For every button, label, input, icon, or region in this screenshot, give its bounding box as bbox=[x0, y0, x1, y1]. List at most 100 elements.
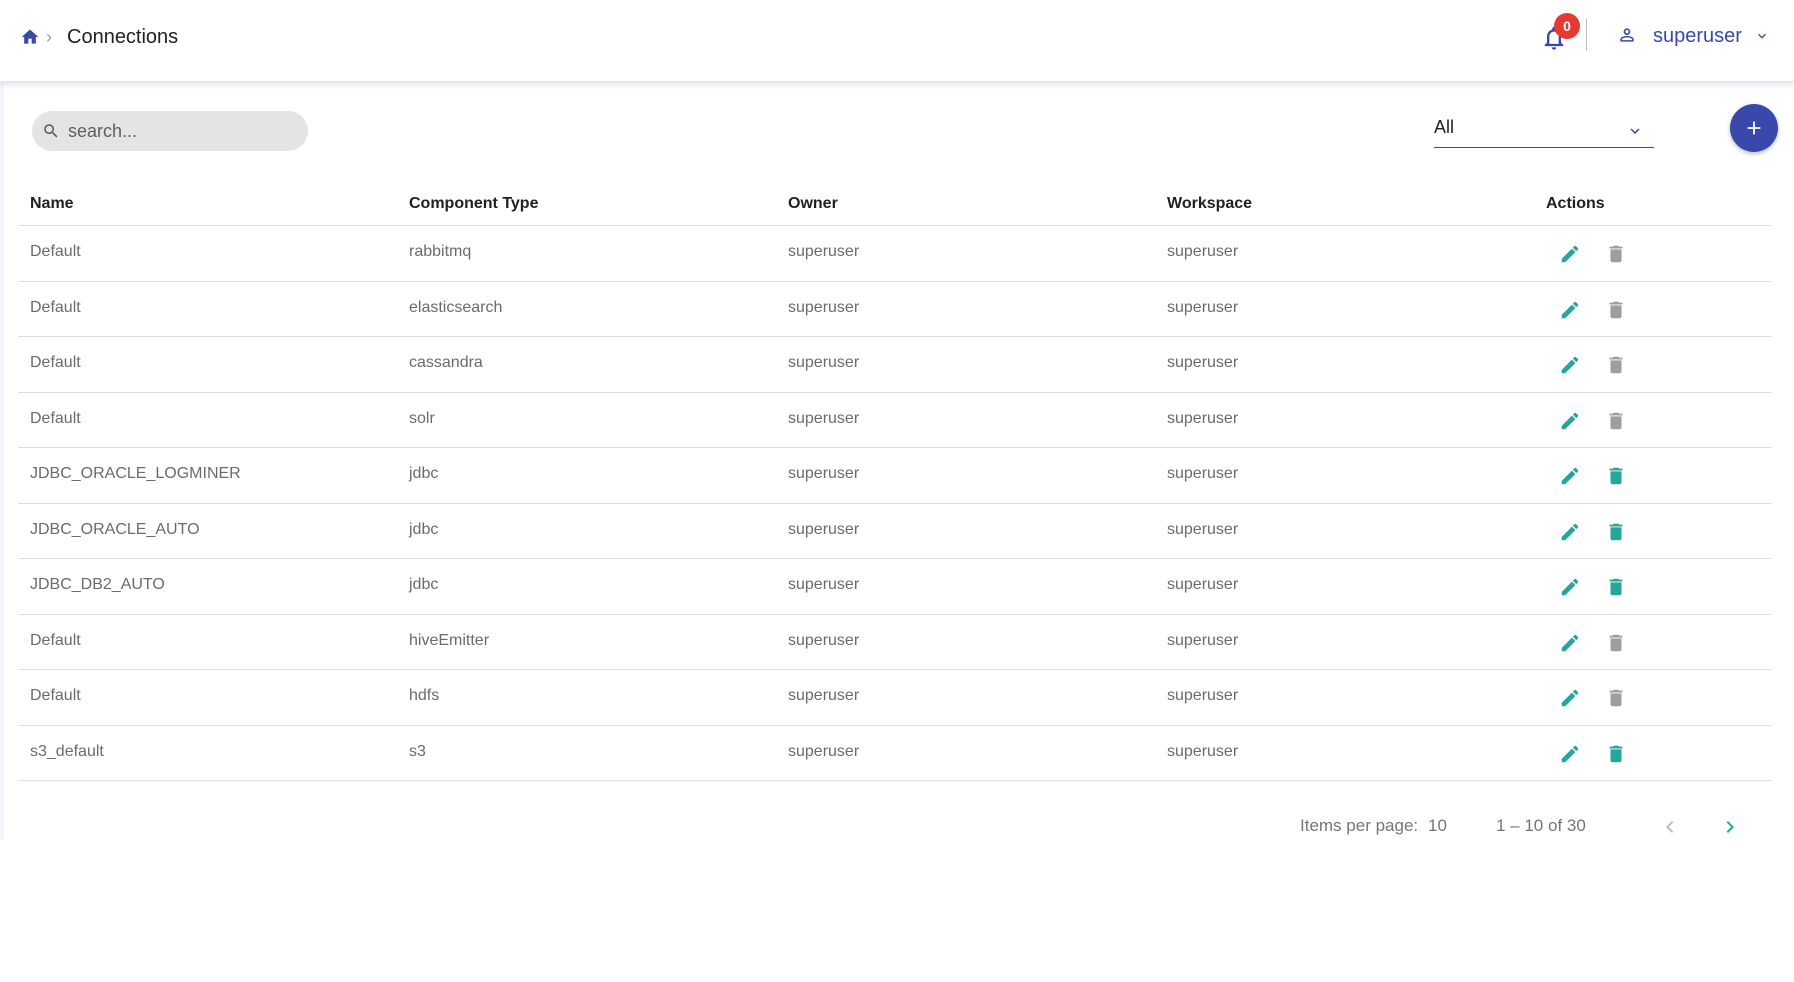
cell-owner: superuser bbox=[788, 687, 860, 704]
table-row[interactable]: JDBC_ORACLE_LOGMINER jdbc superuser superus… bbox=[18, 448, 1772, 504]
cell-workspace: superuser bbox=[1167, 409, 1239, 427]
filter-selected-value: All bbox=[1434, 117, 1455, 137]
cell-workspace: superuser bbox=[1167, 631, 1239, 649]
trash-icon bbox=[1609, 689, 1623, 707]
cell-owner: superuser bbox=[788, 409, 860, 427]
chevron-right-icon[interactable] bbox=[1718, 814, 1742, 840]
header-divider bbox=[1586, 19, 1587, 51]
cell-owner: superuser bbox=[788, 354, 860, 371]
breadcrumb-separator-icon: › bbox=[46, 27, 52, 47]
cell-name: Default bbox=[30, 243, 81, 260]
trash-icon bbox=[1609, 634, 1623, 651]
table-row[interactable]: Default hiveEmitter superuser superuser bbox=[18, 615, 1772, 670]
cell-name: JDBC_ORACLE_LOGMINER bbox=[30, 465, 241, 482]
trash-icon bbox=[1609, 245, 1623, 263]
table-row[interactable]: Default solr superuser superuser bbox=[18, 393, 1772, 448]
cell-component-type: s3 bbox=[409, 742, 426, 760]
cell-component-type: rabbitmq bbox=[409, 243, 472, 260]
filter-select[interactable]: All bbox=[1434, 110, 1654, 148]
column-header-actions: Actions bbox=[1546, 195, 1605, 212]
cell-owner: superuser bbox=[788, 520, 860, 538]
pencil-icon[interactable] bbox=[1559, 576, 1581, 598]
trash-icon[interactable] bbox=[1605, 520, 1627, 544]
cell-component-type: jdbc bbox=[409, 576, 439, 593]
pencil-icon[interactable] bbox=[1559, 465, 1581, 487]
table-row[interactable]: Default rabbitmq superuser superuser bbox=[18, 226, 1772, 282]
cell-name: Default bbox=[30, 631, 81, 649]
items-per-page-label: Items per page: bbox=[1300, 816, 1419, 835]
chevron-left-icon[interactable] bbox=[1658, 814, 1682, 840]
left-edge bbox=[0, 82, 4, 840]
cell-name: Default bbox=[30, 687, 81, 704]
pencil-icon[interactable] bbox=[1559, 687, 1581, 709]
cell-name: s3_default bbox=[30, 742, 104, 760]
pencil-icon[interactable] bbox=[1559, 410, 1581, 432]
cell-component-type: jdbc bbox=[409, 520, 439, 538]
pencil-icon[interactable] bbox=[1559, 299, 1581, 321]
table-body: Default rabbitmq superuser superuser Default… bbox=[18, 226, 1772, 781]
cell-workspace: superuser bbox=[1167, 687, 1239, 704]
cell-owner: superuser bbox=[788, 243, 860, 260]
table-row[interactable]: Default elasticsearch superuser superuser bbox=[18, 282, 1772, 337]
column-header-name[interactable]: Name bbox=[30, 195, 74, 213]
add-connection-button[interactable] bbox=[1730, 104, 1778, 152]
page-range-label: 1 – 10 of 30 bbox=[1496, 816, 1586, 835]
plus-icon bbox=[1747, 121, 1761, 135]
table-row[interactable]: JDBC_DB2_AUTO jdbc superuser superuser bbox=[18, 559, 1772, 615]
table-row[interactable]: Default cassandra superuser superuser bbox=[18, 337, 1772, 393]
trash-icon bbox=[1609, 356, 1623, 374]
trash-icon[interactable] bbox=[1605, 742, 1627, 766]
cell-component-type: jdbc bbox=[409, 465, 439, 482]
cell-workspace: superuser bbox=[1167, 576, 1239, 593]
trash-icon[interactable] bbox=[1605, 464, 1627, 488]
connections-page: › Connections 0 superuser All N bbox=[0, 0, 1794, 982]
person-icon bbox=[1620, 28, 1634, 42]
cell-name: Default bbox=[30, 409, 81, 427]
cell-name: JDBC_DB2_AUTO bbox=[30, 576, 165, 593]
cell-workspace: superuser bbox=[1167, 465, 1239, 482]
pencil-icon[interactable] bbox=[1559, 354, 1581, 376]
column-header-owner[interactable]: Owner bbox=[788, 195, 838, 213]
column-header-workspace[interactable]: Workspace bbox=[1167, 195, 1252, 213]
cell-workspace: superuser bbox=[1167, 742, 1239, 760]
cell-name: JDBC_ORACLE_AUTO bbox=[30, 520, 200, 538]
cell-component-type: elasticsearch bbox=[409, 298, 503, 316]
table-header: Name Component Type Owner Workspace Acti… bbox=[18, 182, 1772, 226]
cell-component-type: solr bbox=[409, 409, 435, 427]
pencil-icon[interactable] bbox=[1559, 243, 1581, 265]
cell-owner: superuser bbox=[788, 465, 860, 482]
page-title: Connections bbox=[67, 26, 179, 48]
paginator: Items per page: 10 1 – 10 of 30 bbox=[0, 812, 1794, 842]
cell-workspace: superuser bbox=[1167, 354, 1239, 371]
cell-workspace: superuser bbox=[1167, 520, 1239, 538]
cell-owner: superuser bbox=[788, 631, 860, 649]
cell-owner: superuser bbox=[788, 298, 860, 316]
trash-icon bbox=[1609, 412, 1623, 429]
home-icon[interactable] bbox=[20, 27, 40, 47]
user-menu-name[interactable]: superuser bbox=[1653, 23, 1742, 49]
column-header-component-type[interactable]: Component Type bbox=[409, 195, 538, 213]
table-row[interactable]: s3_default s3 superuser superuser bbox=[18, 726, 1772, 781]
cell-name: Default bbox=[30, 298, 81, 316]
notification-badge: 0 bbox=[1554, 13, 1580, 39]
cell-owner: superuser bbox=[788, 576, 860, 593]
cell-workspace: superuser bbox=[1167, 298, 1239, 316]
search-input[interactable] bbox=[68, 117, 298, 145]
cell-component-type: cassandra bbox=[409, 354, 483, 371]
cell-workspace: superuser bbox=[1167, 243, 1239, 260]
cell-component-type: hdfs bbox=[409, 687, 440, 704]
chevron-down-icon bbox=[1630, 128, 1640, 134]
table-row[interactable]: JDBC_ORACLE_AUTO jdbc superuser superuser bbox=[18, 504, 1772, 559]
search-icon bbox=[44, 124, 58, 138]
trash-icon[interactable] bbox=[1605, 575, 1627, 599]
page-size-select[interactable]: 10 bbox=[1428, 816, 1447, 836]
cell-owner: superuser bbox=[788, 742, 860, 760]
chevron-down-icon[interactable] bbox=[1754, 28, 1770, 44]
top-header: › Connections 0 superuser bbox=[0, 0, 1794, 82]
table-row[interactable]: Default hdfs superuser superuser bbox=[18, 670, 1772, 726]
cell-component-type: hiveEmitter bbox=[409, 631, 490, 649]
pencil-icon[interactable] bbox=[1559, 632, 1581, 654]
pencil-icon[interactable] bbox=[1559, 743, 1581, 765]
trash-icon bbox=[1609, 301, 1623, 318]
pencil-icon[interactable] bbox=[1559, 521, 1581, 543]
